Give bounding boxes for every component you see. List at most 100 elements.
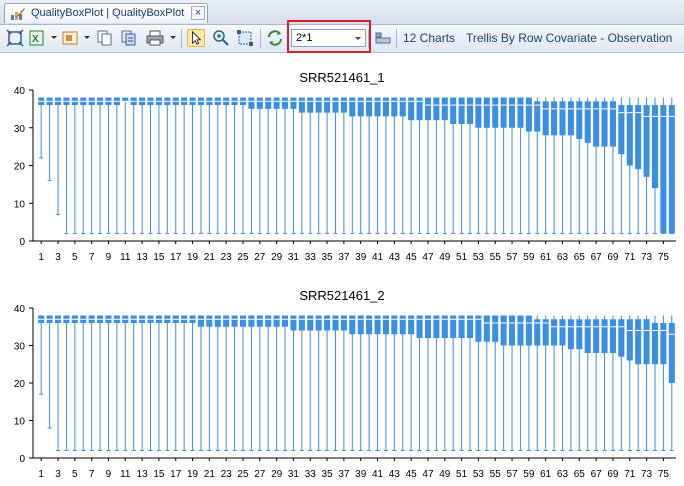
box-plot-box[interactable] bbox=[567, 97, 574, 234]
box-plot-box[interactable] bbox=[97, 97, 104, 234]
box-plot-box[interactable] bbox=[282, 97, 289, 234]
box-plot-box[interactable] bbox=[189, 97, 196, 234]
box-plot-box[interactable] bbox=[197, 315, 204, 451]
box-plot-box[interactable] bbox=[332, 97, 339, 234]
box-plot-box[interactable] bbox=[635, 97, 642, 234]
box-plot-box[interactable] bbox=[105, 97, 112, 234]
box-plot-box[interactable] bbox=[315, 315, 322, 451]
box-plot-box[interactable] bbox=[593, 315, 600, 451]
box-plot-box[interactable] bbox=[391, 315, 398, 451]
box-plot-box[interactable] bbox=[88, 315, 95, 451]
box-plot-box[interactable] bbox=[130, 315, 137, 451]
box-plot-box[interactable] bbox=[651, 315, 659, 451]
box-plot-box[interactable] bbox=[122, 97, 129, 234]
box-plot-box[interactable] bbox=[525, 97, 532, 234]
box-plot-box[interactable] bbox=[181, 315, 188, 451]
box-plot-box[interactable] bbox=[584, 97, 591, 234]
export-excel-icon[interactable]: X bbox=[28, 29, 46, 47]
box-plot-box[interactable] bbox=[172, 97, 179, 234]
box-plot-box[interactable] bbox=[239, 97, 247, 234]
box-plot-box[interactable] bbox=[399, 97, 406, 234]
box-plot-box[interactable] bbox=[197, 97, 204, 234]
box-plot-box[interactable] bbox=[525, 315, 532, 451]
box-plot-box[interactable] bbox=[71, 315, 78, 451]
box-plot-box[interactable] bbox=[408, 315, 415, 451]
box-plot-box[interactable] bbox=[349, 315, 356, 451]
box-plot-box[interactable] bbox=[618, 97, 625, 234]
box-plot-box[interactable] bbox=[164, 97, 171, 234]
layout-icon[interactable] bbox=[374, 29, 392, 47]
box-plot-box[interactable] bbox=[223, 315, 230, 451]
box-plot-box[interactable] bbox=[576, 97, 583, 234]
box-plot-box[interactable] bbox=[239, 315, 247, 451]
box-plot-box[interactable] bbox=[374, 315, 381, 451]
box-plot-box[interactable] bbox=[668, 315, 675, 451]
box-plot-box[interactable] bbox=[290, 97, 297, 234]
box-plot-box[interactable] bbox=[248, 315, 255, 451]
export-image-icon[interactable] bbox=[61, 29, 79, 47]
box-plot-box[interactable] bbox=[660, 315, 667, 451]
box-plot-box[interactable] bbox=[483, 315, 490, 451]
box-plot-box[interactable] bbox=[542, 97, 549, 234]
box-plot-box[interactable] bbox=[643, 315, 650, 451]
box-plot-box[interactable] bbox=[416, 97, 423, 234]
box-plot-box[interactable] bbox=[256, 97, 263, 234]
box-plot-box[interactable] bbox=[97, 315, 104, 451]
export-excel-dropdown-caret[interactable] bbox=[51, 36, 57, 39]
box-plot-box[interactable] bbox=[147, 97, 154, 234]
box-plot-box[interactable] bbox=[609, 97, 616, 234]
box-plot-box[interactable] bbox=[382, 315, 389, 451]
box-plot-box[interactable] bbox=[38, 315, 45, 395]
box-plot-box[interactable] bbox=[113, 97, 120, 234]
box-plot-box[interactable] bbox=[324, 315, 331, 451]
box-plot-box[interactable] bbox=[609, 315, 616, 451]
box-plot-box[interactable] bbox=[509, 315, 516, 451]
box-plot-box[interactable] bbox=[38, 97, 45, 159]
box-plot-box[interactable] bbox=[80, 315, 87, 451]
box-plot-box[interactable] bbox=[366, 97, 373, 234]
box-plot-box[interactable] bbox=[105, 315, 112, 451]
box-plot-box[interactable] bbox=[88, 97, 95, 234]
box-plot-box[interactable] bbox=[307, 315, 314, 451]
box-plot-box[interactable] bbox=[248, 97, 255, 234]
box-plot-box[interactable] bbox=[46, 97, 53, 182]
box-plot-box[interactable] bbox=[534, 97, 541, 234]
box-plot-box[interactable] bbox=[265, 315, 272, 451]
box-plot-box[interactable] bbox=[155, 315, 162, 451]
box-plot-box[interactable] bbox=[668, 97, 675, 234]
box-plot-box[interactable] bbox=[500, 97, 507, 234]
box-plot-box[interactable] bbox=[357, 315, 364, 451]
box-plot-box[interactable] bbox=[567, 315, 574, 451]
trellis-label[interactable]: Trellis By Row Covariate - Observation bbox=[466, 31, 672, 45]
box-plot-box[interactable] bbox=[273, 97, 280, 234]
box-plot-box[interactable] bbox=[54, 97, 62, 216]
box-plot-box[interactable] bbox=[340, 97, 347, 234]
box-plot-box[interactable] bbox=[643, 97, 650, 234]
box-plot-box[interactable] bbox=[155, 97, 162, 234]
box-plot-box[interactable] bbox=[391, 97, 398, 234]
pointer-icon[interactable] bbox=[187, 29, 205, 47]
copy-icon[interactable] bbox=[96, 29, 114, 47]
box-plot-box[interactable] bbox=[307, 97, 314, 234]
box-plot-box[interactable] bbox=[517, 97, 524, 234]
box-plot-box[interactable] bbox=[231, 97, 238, 234]
refresh-icon[interactable] bbox=[266, 29, 284, 47]
box-plot-box[interactable] bbox=[349, 97, 356, 234]
box-plot-box[interactable] bbox=[534, 315, 541, 451]
zoom-icon[interactable] bbox=[212, 29, 230, 47]
box-plot-box[interactable] bbox=[492, 97, 499, 234]
box-plot-box[interactable] bbox=[626, 97, 633, 234]
box-plot-box[interactable] bbox=[139, 97, 146, 234]
box-plot-box[interactable] bbox=[458, 315, 465, 451]
box-plot-box[interactable] bbox=[164, 315, 171, 451]
box-plot-box[interactable] bbox=[139, 315, 146, 451]
box-plot-box[interactable] bbox=[265, 97, 272, 234]
box-plot-box[interactable] bbox=[475, 97, 482, 234]
copy-data-icon[interactable] bbox=[120, 29, 138, 47]
box-plot-box[interactable] bbox=[517, 315, 524, 451]
box-plot-box[interactable] bbox=[113, 315, 120, 451]
box-plot-box[interactable] bbox=[441, 97, 448, 234]
box-plot-box[interactable] bbox=[181, 97, 188, 234]
box-plot-box[interactable] bbox=[458, 97, 465, 234]
box-plot-box[interactable] bbox=[340, 315, 347, 451]
